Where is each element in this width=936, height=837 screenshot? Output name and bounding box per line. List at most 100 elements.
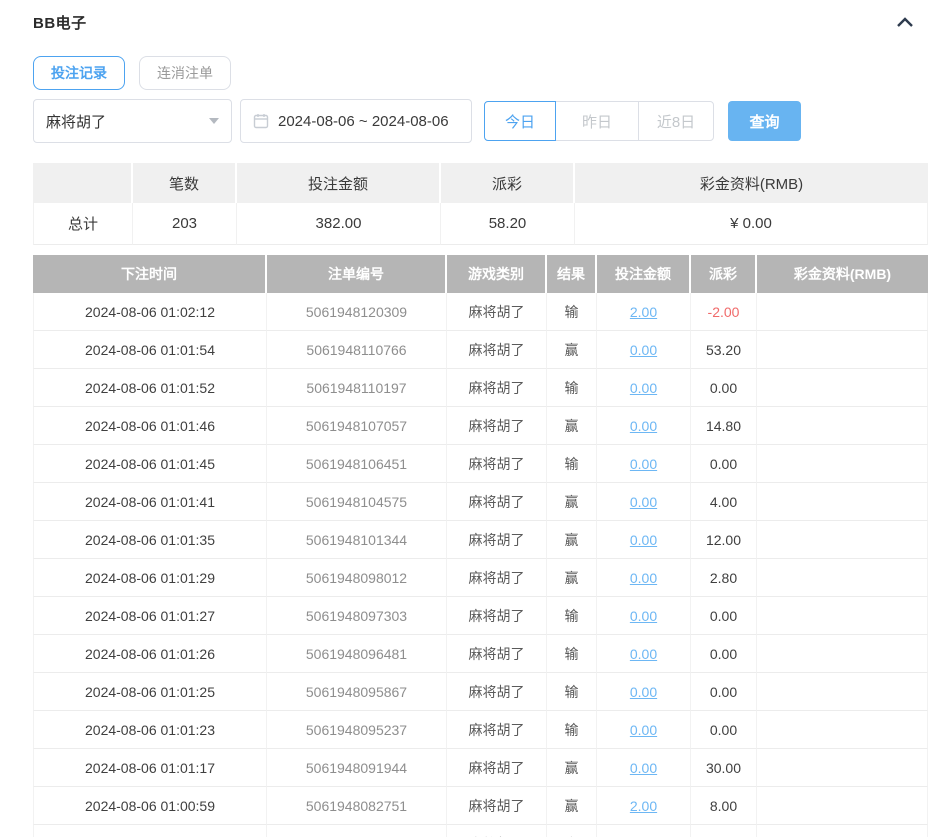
order-id-cell: 5061947580134 [267, 825, 447, 837]
game-type-cell: 麻将胡了 [447, 521, 547, 559]
bet-amount-link[interactable]: 0.00 [630, 342, 657, 358]
bet-amount-link[interactable]: 0.00 [630, 456, 657, 472]
bonus-cell [757, 597, 928, 635]
order-id-cell: 5061948101344 [267, 521, 447, 559]
order-id-cell: 5061948082751 [267, 787, 447, 825]
result-cell: 赢 [547, 749, 597, 787]
bet-amount-cell: 0.00 [597, 521, 691, 559]
bonus-cell [757, 825, 928, 837]
bonus-cell [757, 407, 928, 445]
bet-time-cell: 2024-08-06 01:01:45 [33, 445, 267, 483]
bet-time-cell: 2024-08-06 01:01:27 [33, 597, 267, 635]
bet-time-cell: 2024-08-06 01:01:29 [33, 559, 267, 597]
bet-amount-link[interactable]: 0.00 [630, 608, 657, 624]
game-type-cell: 麻将胡了 [447, 825, 547, 837]
bet-amount-cell: 0.00 [597, 559, 691, 597]
game-type-cell: 麻将胡了 [447, 445, 547, 483]
table-row: 2024-08-06 01:01:45 5061948106451 麻将胡了输 0.0… [33, 445, 928, 483]
game-select-value: 麻将胡了 [46, 113, 107, 131]
bet-table-header-row: 下注时间 注单编号 游戏类别 结果 投注金额 派彩 彩金资料(RMB) [33, 255, 928, 293]
result-cell: 输 [547, 597, 597, 635]
game-type-cell: 麻将胡了 [447, 635, 547, 673]
caret-down-icon [209, 118, 219, 124]
chevron-up-icon [896, 16, 914, 31]
payout-cell: 2.80 [691, 559, 757, 597]
payout-cell: 0.00 [691, 635, 757, 673]
bet-time-cell: 2024-08-06 01:01:52 [33, 369, 267, 407]
bonus-cell [757, 293, 928, 331]
result-cell: 赢 [547, 825, 597, 837]
col-header-bonus: 彩金资料(RMB) [757, 255, 928, 293]
col-header-bet-amount: 投注金额 [597, 255, 691, 293]
bet-time-cell: 2024-08-06 01:01:41 [33, 483, 267, 521]
quick-button-today[interactable]: 今日 [484, 101, 556, 141]
bet-amount-link[interactable]: 0.00 [630, 646, 657, 662]
order-id-cell: 5061948106451 [267, 445, 447, 483]
bet-amount-link[interactable]: 0.00 [630, 494, 657, 510]
bet-time-cell: 2024-08-06 01:01:23 [33, 711, 267, 749]
bonus-cell [757, 787, 928, 825]
bet-amount-link[interactable]: 0.00 [630, 380, 657, 396]
bonus-cell [757, 483, 928, 521]
game-type-cell: 麻将胡了 [447, 787, 547, 825]
date-range-input[interactable]: 2024-08-06 ~ 2024-08-06 [240, 99, 472, 143]
col-header-result: 结果 [547, 255, 597, 293]
result-cell: 输 [547, 445, 597, 483]
order-id-cell: 5061948104575 [267, 483, 447, 521]
quick-button-last8days[interactable]: 近8日 [638, 101, 714, 141]
bet-amount-cell: 0.00 [597, 407, 691, 445]
bet-amount-link[interactable]: 0.00 [630, 570, 657, 586]
bet-time-cell: 2024-08-06 01:01:54 [33, 331, 267, 369]
order-id-cell: 5061948110766 [267, 331, 447, 369]
payout-cell: 0.00 [691, 597, 757, 635]
result-cell: 赢 [547, 407, 597, 445]
tab-bet-records[interactable]: 投注记录 [33, 56, 125, 90]
calendar-icon [253, 113, 269, 129]
date-range-value: 2024-08-06 ~ 2024-08-06 [278, 112, 449, 130]
game-select[interactable]: 麻将胡了 [33, 99, 232, 143]
col-header-game-type: 游戏类别 [447, 255, 547, 293]
collapse-button[interactable] [892, 12, 918, 34]
payout-cell: 0.00 [691, 673, 757, 711]
payout-cell: 12.00 [691, 521, 757, 559]
bet-amount-cell: 0.00 [597, 445, 691, 483]
game-type-cell: 麻将胡了 [447, 673, 547, 711]
summary-col-bet-amount: 投注金额 [237, 163, 441, 203]
order-id-cell: 5061948095867 [267, 673, 447, 711]
bet-amount-cell: 0.00 [597, 673, 691, 711]
bet-amount-cell: 2.00 [597, 825, 691, 837]
tab-cancelled-orders[interactable]: 连消注单 [139, 56, 231, 90]
payout-cell: 0.00 [691, 711, 757, 749]
game-type-cell: 麻将胡了 [447, 711, 547, 749]
bet-amount-cell: 0.00 [597, 749, 691, 787]
bet-amount-cell: 2.00 [597, 293, 691, 331]
table-row: 2024-08-06 01:00:59 5061948082751 麻将胡了赢 2.0… [33, 787, 928, 825]
bet-time-cell: 2024-08-06 01:01:46 [33, 407, 267, 445]
search-button[interactable]: 查询 [728, 101, 801, 141]
payout-cell: -2.00 [691, 293, 757, 331]
bet-amount-link[interactable]: 2.00 [630, 304, 657, 320]
bonus-cell [757, 369, 928, 407]
game-type-cell: 麻将胡了 [447, 293, 547, 331]
bet-amount-link[interactable]: 0.00 [630, 532, 657, 548]
table-row: 2024-08-06 01:01:29 5061948098012 麻将胡了赢 0.0… [33, 559, 928, 597]
bet-amount-link[interactable]: 0.00 [630, 760, 657, 776]
payout-cell: 30.00 [691, 749, 757, 787]
quick-button-yesterday[interactable]: 昨日 [555, 101, 639, 141]
bet-amount-link[interactable]: 0.00 [630, 418, 657, 434]
game-type-cell: 麻将胡了 [447, 483, 547, 521]
order-id-cell: 5061948120309 [267, 293, 447, 331]
table-row: 2024-08-06 01:01:17 5061948091944 麻将胡了赢 0.0… [33, 749, 928, 787]
result-cell: 赢 [547, 331, 597, 369]
bet-time-cell: 2024-08-06 00:41:45 [33, 825, 267, 837]
table-row: 2024-08-06 01:01:25 5061948095867 麻将胡了输 0.0… [33, 673, 928, 711]
table-row: 2024-08-06 01:01:46 5061948107057 麻将胡了赢 0.0… [33, 407, 928, 445]
bonus-cell [757, 673, 928, 711]
summary-col-count: 笔数 [133, 163, 237, 203]
game-type-cell: 麻将胡了 [447, 749, 547, 787]
bet-amount-link[interactable]: 2.00 [630, 798, 657, 814]
bet-amount-link[interactable]: 0.00 [630, 722, 657, 738]
page-title: BB电子 [33, 15, 87, 32]
bet-record-panel: BB电子 投注记录 连消注单 麻将胡了 2024-08-06 ~ 2024-08… [0, 0, 936, 837]
bet-amount-link[interactable]: 0.00 [630, 684, 657, 700]
